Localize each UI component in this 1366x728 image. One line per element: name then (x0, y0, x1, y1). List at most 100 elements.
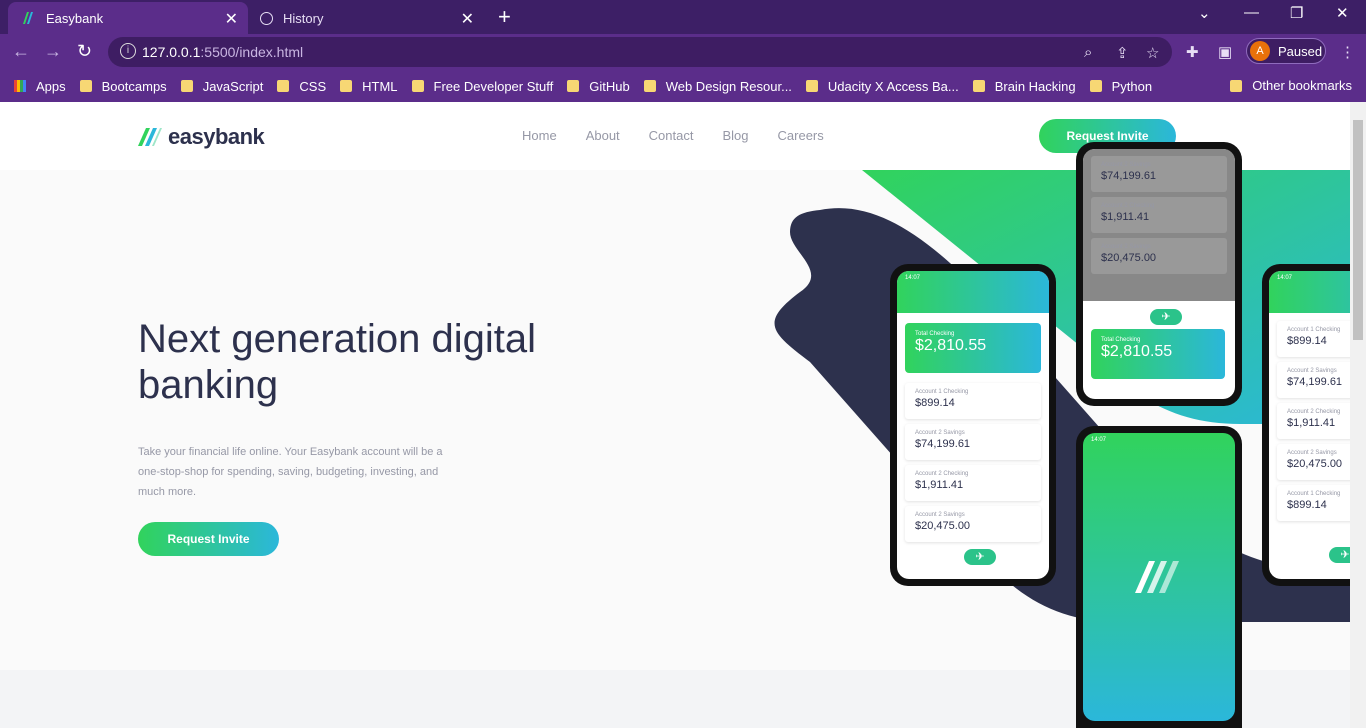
bookmark-apps[interactable]: Apps (14, 79, 66, 94)
nav-careers[interactable]: Careers (778, 128, 824, 143)
account-card: Account 2 Savings $20,475.00 (1277, 444, 1350, 480)
bookmark-folder[interactable]: Web Design Resour... (643, 79, 792, 94)
folder-icon (972, 80, 985, 92)
logo-text: easybank (168, 124, 265, 149)
close-tab-icon[interactable]: ✕ (461, 9, 474, 29)
reload-button[interactable]: ↻ (77, 41, 92, 62)
bookmark-star-icon[interactable]: ☆ (1146, 44, 1159, 62)
url-path: :5500/index.html (200, 44, 304, 60)
logo-mark-icon (138, 128, 162, 146)
account-card: Account 2 Checking $1,911.41 (905, 465, 1041, 501)
account-card: Account 2 Savings $20,475.00 (905, 506, 1041, 542)
phone-header: 14:07 (1269, 271, 1350, 313)
splash-logo-icon (1135, 561, 1179, 593)
close-tab-icon[interactable]: ✕ (225, 9, 238, 29)
tab-search-icon[interactable]: ⌄ (1198, 4, 1211, 22)
account-card: Account 2 Checking $1,911.41 (1091, 197, 1227, 233)
account-card: Account 2 Savings $20,475.00 (1091, 238, 1227, 274)
folder-icon (180, 80, 193, 92)
nav-contact[interactable]: Contact (649, 128, 694, 143)
bookmarks-bar: Apps Bootcamps JavaScript CSS HTML Free … (0, 70, 1366, 102)
tab-title: Easybank (46, 10, 104, 26)
bookmark-folder[interactable]: Bootcamps (79, 79, 167, 94)
nav-blog[interactable]: Blog (722, 128, 748, 143)
hero-title: Next generation digital banking (138, 317, 537, 407)
bookmark-folder[interactable]: Python (1089, 79, 1152, 94)
bookmark-folder[interactable]: Free Developer Stuff (411, 79, 553, 94)
share-icon[interactable]: ⇪ (1116, 44, 1129, 62)
account-card: Account 1 Checking $899.14 (1277, 485, 1350, 521)
folder-icon (1089, 80, 1102, 92)
easybank-favicon-icon (23, 12, 33, 24)
phone-screen: Account 2 Savings $74,199.61 Account 2 Ch… (1083, 149, 1235, 399)
easybank-logo[interactable]: easybank (138, 124, 265, 150)
transfer-fab-icon: ✈ (1150, 309, 1182, 325)
account-card: Account 2 Savings $74,199.61 (1091, 156, 1227, 192)
page-viewport: easybank Home About Contact Blog Careers… (0, 102, 1350, 728)
account-card: Account 1 Checking $899.14 (905, 383, 1041, 419)
phone-mockup-right: 14:07 Account 1 Checking $899.14 Account … (1262, 264, 1350, 586)
page-scrollbar[interactable] (1350, 102, 1366, 728)
phone-screen: 14:07 Total Checking $2,810.55 Account 1 … (897, 271, 1049, 579)
tab-title: History (283, 10, 324, 26)
folder-icon (340, 80, 353, 92)
bookmark-folder[interactable]: Udacity X Access Ba... (805, 79, 959, 94)
dimmed-accounts-area: Account 2 Savings $74,199.61 Account 2 Ch… (1083, 149, 1235, 301)
bookmark-folder[interactable]: HTML (340, 79, 398, 94)
browser-tab-strip: Easybank ✕ History ✕ + ⌄ — ❐ ✕ (0, 0, 1366, 34)
folder-icon (411, 80, 424, 92)
avatar: A (1250, 41, 1270, 61)
folder-icon (277, 80, 290, 92)
bookmark-folder[interactable]: JavaScript (180, 79, 263, 94)
browser-toolbar: ← → ↻ i 127.0.0.1:5500/index.html ⌕ ⇪ ☆ … (0, 34, 1366, 70)
history-icon (260, 11, 273, 25)
total-checking-card: Total Checking $2,810.55 (905, 323, 1041, 373)
tab-history[interactable]: History ✕ (252, 2, 484, 34)
hero-request-invite-button[interactable]: Request Invite (138, 522, 279, 556)
back-button[interactable]: ← (12, 41, 30, 62)
restore-button[interactable]: ❐ (1290, 4, 1303, 22)
account-card: Account 1 Checking $899.14 (1277, 321, 1350, 357)
folder-icon (79, 80, 92, 92)
new-tab-button[interactable]: + (498, 4, 511, 30)
hero-description: Take your financial life online. Your Ea… (138, 446, 443, 498)
forward-button[interactable]: → (44, 41, 62, 62)
total-checking-card: Total Checking $2,810.55 (1091, 329, 1225, 379)
zoom-icon[interactable]: ⌕ (1084, 44, 1092, 61)
transfer-fab-icon: ✈ (1329, 547, 1350, 563)
profile-status: Paused (1278, 43, 1323, 59)
profile-button[interactable]: A Paused (1246, 38, 1326, 64)
main-nav: Home About Contact Blog Careers (522, 128, 853, 143)
extensions-icon[interactable]: ✚ (1186, 43, 1199, 61)
close-window-button[interactable]: ✕ (1336, 4, 1349, 22)
phone-header: 14:07 (897, 271, 1049, 313)
apps-grid-icon (14, 80, 26, 92)
scrollbar-thumb[interactable] (1353, 120, 1363, 340)
url-host: 127.0.0.1 (142, 44, 201, 60)
other-bookmarks[interactable]: Other bookmarks (1230, 78, 1352, 93)
menu-kebab-icon[interactable]: ⋮ (1340, 43, 1355, 61)
phone-mockup-splash: 14:07 (1076, 426, 1242, 728)
tab-easybank[interactable]: Easybank ✕ (8, 2, 248, 34)
account-card: Account 2 Savings $74,199.61 (1277, 362, 1350, 398)
side-panel-icon[interactable]: ▣ (1218, 43, 1232, 61)
phone-mockup-left: 14:07 Total Checking $2,810.55 Account 1 … (890, 264, 1056, 586)
nav-about[interactable]: About (586, 128, 620, 143)
nav-home[interactable]: Home (522, 128, 557, 143)
bookmark-folder[interactable]: Brain Hacking (972, 79, 1076, 94)
address-bar[interactable]: i 127.0.0.1:5500/index.html ⌕ ⇪ ☆ (108, 37, 1172, 67)
folder-icon (805, 80, 818, 92)
site-info-icon[interactable]: i (120, 43, 136, 59)
account-card: Account 2 Checking $1,911.41 (1277, 403, 1350, 439)
folder-icon (567, 80, 580, 92)
bookmark-folder[interactable]: CSS (277, 79, 326, 94)
folder-icon (1230, 79, 1243, 92)
account-card: Account 2 Savings $74,199.61 (905, 424, 1041, 460)
transfer-fab-icon: ✈ (964, 549, 996, 565)
folder-icon (643, 80, 656, 92)
phone-mockup-top: Account 2 Savings $74,199.61 Account 2 Ch… (1076, 142, 1242, 406)
phone-screen: 14:07 Account 1 Checking $899.14 Account … (1269, 271, 1350, 579)
phone-screen: 14:07 (1083, 433, 1235, 721)
bookmark-folder[interactable]: GitHub (567, 79, 630, 94)
minimize-button[interactable]: — (1244, 4, 1259, 21)
